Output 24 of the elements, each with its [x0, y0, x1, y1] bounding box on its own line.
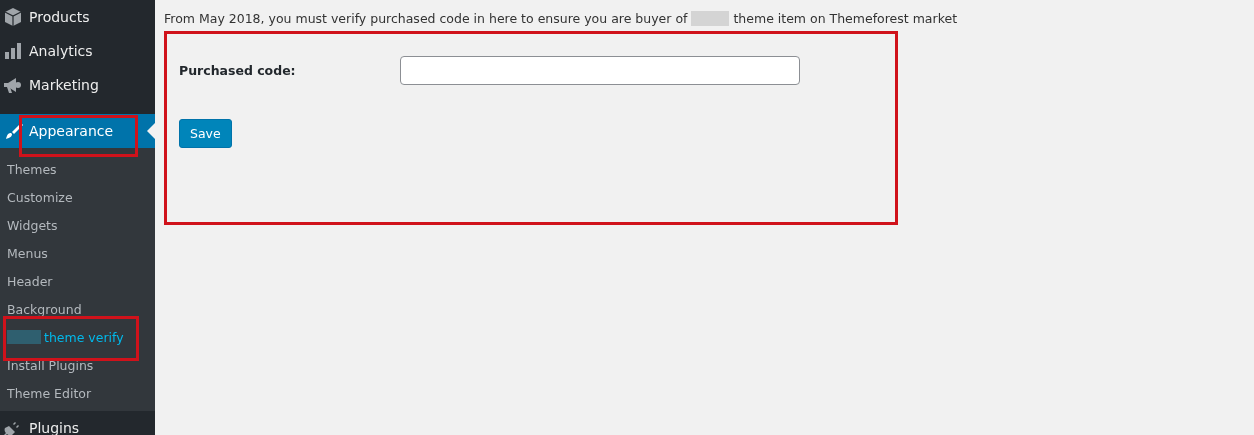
menu-item[interactable]: Analytics	[0, 34, 155, 68]
save-button[interactable]: Save	[179, 119, 232, 148]
menu-item[interactable]: Appearance	[0, 114, 155, 148]
submenu-item[interactable]: Customize	[0, 183, 155, 211]
input-field[interactable]	[400, 56, 800, 85]
menu-item[interactable]: Marketing	[0, 68, 155, 102]
field-label: Purchased code:	[179, 63, 297, 78]
submenu-item[interactable]: Themes	[0, 155, 155, 183]
redaction-block	[691, 11, 730, 26]
submenu-item[interactable]: Theme Editor	[0, 379, 155, 407]
notice-text: From May 2018, you must verify purchased code in here to ensure you are buyer of	[164, 11, 688, 26]
menu-item[interactable]: Products	[0, 0, 155, 34]
megaphone-icon	[3, 75, 23, 95]
submenu-item[interactable]: Widgets	[0, 211, 155, 239]
box-icon	[3, 7, 23, 27]
submenu-item[interactable]: Background	[0, 295, 155, 323]
brush-icon	[3, 121, 23, 141]
bar-chart-icon	[3, 41, 23, 61]
submenu-item[interactable]: Menus	[0, 239, 155, 267]
submenu-item[interactable]: theme verify	[0, 323, 155, 351]
menu-item[interactable]: Plugins	[0, 411, 155, 435]
submenu-item[interactable]: Install Plugins	[0, 351, 155, 379]
submenu-item[interactable]: Header	[0, 267, 155, 295]
notice-text: theme item on Themeforest market	[733, 11, 958, 26]
